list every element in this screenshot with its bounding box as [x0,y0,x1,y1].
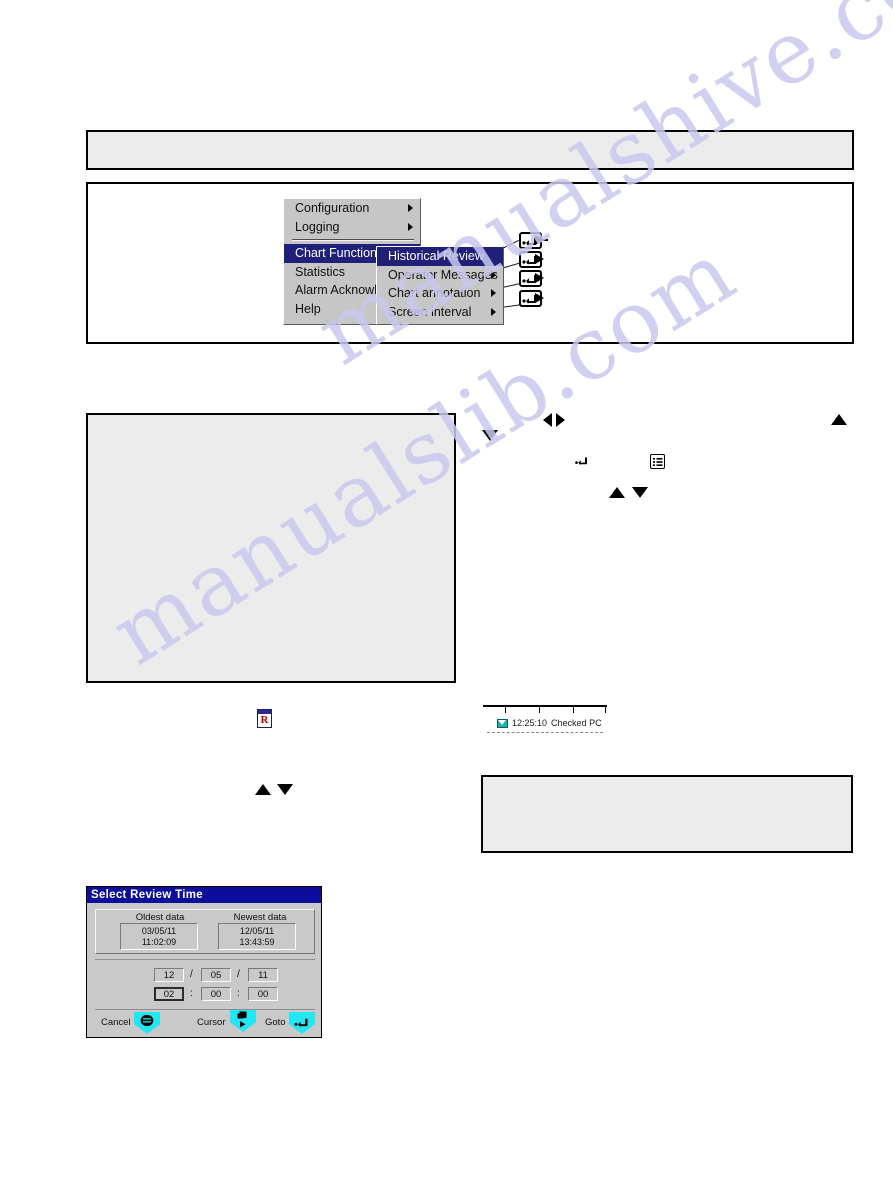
chevron-right-icon [491,289,496,298]
envelope-icon [497,718,508,728]
icon-letter: R [258,714,271,727]
date-separator: / [237,969,240,980]
cursor-key-icon[interactable] [230,1010,256,1032]
chart-screen-caption [88,415,454,427]
submenu-item-screen-interval[interactable]: Screen interval [377,303,503,322]
oldest-data-label: Oldest data [135,912,185,923]
second-field[interactable]: 00 [248,987,278,1001]
triangle-down-icon [482,430,498,441]
menu-item-label: Screen interval [388,304,472,319]
manual-page: Configuration Logging Chart Function Sta… [0,0,893,1188]
submenu-item-operator-messages[interactable]: Operator Messages [377,266,503,285]
dialog-divider [95,959,315,960]
message-text: Checked PC [551,718,602,728]
menu-item-label: Chart Function [295,246,377,260]
menu-item-logging[interactable]: Logging [284,218,420,237]
menu-item-label: Statistics [295,264,346,279]
hour-field[interactable]: 02 [154,987,184,1001]
cursor-button-label[interactable]: Cursor [197,1017,226,1028]
newest-data-date: 12/05/11 [239,926,275,936]
strip-ticks [483,705,607,713]
chevron-right-icon [491,270,496,279]
oldest-data-date: 03/05/11 [141,926,177,936]
goto-key-icon[interactable] [289,1012,315,1034]
triangle-down-icon [277,784,293,795]
newest-data-readout: 12/05/11 13:43:59 [218,923,296,950]
operator-message-strip: 12:25:10 Checked PC [483,705,607,738]
triangle-left-icon [543,413,552,427]
triangle-down-icon [632,487,648,498]
time-separator: : [190,988,193,999]
oldest-data-time: 11:02:09 [141,937,177,947]
triangle-up-icon [609,487,625,498]
menu-list-icon [650,454,665,469]
callout-arrow-icon [535,254,544,264]
dialog-footer-divider [95,1009,315,1010]
date-separator: / [190,969,193,980]
message-row: 12:25:10 Checked PC [483,718,607,728]
menu-item-label: Chart annotation [388,286,481,300]
newest-data-time: 13:43:59 [239,937,275,947]
menu-item-label: Logging [295,219,340,234]
chevron-right-icon [491,307,496,316]
submenu-item-historical-review[interactable]: Historical Review [377,247,503,266]
menu-item-label: Help [295,301,321,316]
callout-arrow-icon [535,293,544,303]
chevron-right-icon [408,222,413,231]
historical-review-mode-icon: R [257,709,272,728]
oldest-data-readout: 03/05/11 11:02:09 [120,923,198,950]
time-separator: : [237,988,240,999]
cancel-key-icon[interactable] [134,1012,160,1034]
minute-field[interactable]: 00 [201,987,231,1001]
menu-figure: Configuration Logging Chart Function Sta… [0,0,893,400]
callout-arrow-icon [535,273,544,283]
note-box-text [483,777,851,789]
triangle-up-icon [255,784,271,795]
menu-item-label: Historical Review [388,249,484,263]
day-field[interactable]: 12 [154,968,184,982]
menu-item-configuration[interactable]: Configuration [284,199,420,218]
cursor-icon [236,1011,250,1032]
chart-screen-image [86,413,456,683]
menu-item-label: Operator Messages [388,267,498,282]
dialog-title: Select Review Time [87,887,321,903]
triangle-right-icon [556,413,565,427]
chart-function-submenu[interactable]: Historical Review Operator Messages Char… [376,246,504,325]
menu-key-icon [140,1014,154,1032]
enter-key-icon [574,454,590,472]
strip-dashed-rule [487,732,603,733]
cancel-button-label[interactable]: Cancel [101,1017,131,1028]
month-field[interactable]: 05 [201,968,231,982]
message-timestamp: 12:25:10 [512,718,548,728]
submenu-item-chart-annotation[interactable]: Chart annotation [377,284,503,303]
chevron-right-icon [408,204,413,213]
enter-key-icon [293,1015,311,1033]
select-review-time-dialog[interactable]: Select Review Time Oldest data Newest da… [86,886,322,1038]
menu-separator [292,239,414,241]
newest-data-label: Newest data [233,912,287,923]
goto-button-label[interactable]: Goto [265,1017,286,1028]
triangle-up-icon [831,414,847,425]
menu-item-label: Configuration [295,201,370,215]
year-field[interactable]: 11 [248,968,278,982]
callout-arrow-icon [535,235,544,245]
menu-item-label: Alarm Acknowl [295,283,377,297]
note-box [481,775,853,853]
